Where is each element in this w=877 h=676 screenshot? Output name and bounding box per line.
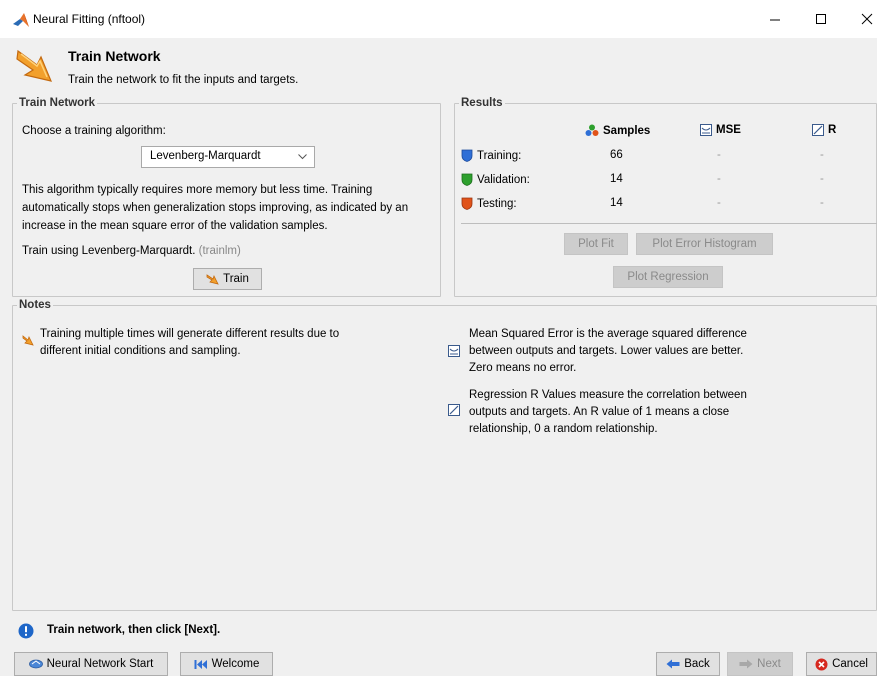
status-message: Train network, then click [Next]. [47, 624, 221, 636]
next-label: Next [757, 658, 781, 670]
regression-icon [812, 124, 824, 136]
training-algorithm-value: Levenberg-Marquardt [150, 150, 261, 162]
testing-mse: - [717, 197, 721, 209]
info-icon [18, 623, 34, 639]
maximize-icon [816, 14, 826, 24]
cancel-icon [815, 658, 828, 670]
results-divider [461, 223, 877, 224]
train-button[interactable]: Train [193, 268, 262, 290]
train-using-text: Train using Levenberg-Marquardt. (trainl… [22, 245, 241, 257]
samples-column-label: Samples [603, 124, 651, 137]
samples-icon [585, 124, 599, 136]
plot-error-histogram-button[interactable]: Plot Error Histogram [636, 233, 773, 255]
validation-r: - [820, 173, 824, 185]
minimize-icon [770, 19, 780, 21]
plot-regression-button[interactable]: Plot Regression [613, 266, 723, 288]
validation-mse: - [717, 173, 721, 185]
maximize-button[interactable] [806, 6, 836, 32]
training-shield-icon [461, 149, 473, 162]
window-title: Neural Fitting (nftool) [33, 12, 146, 26]
r-column-label: R [828, 124, 837, 136]
next-arrow-icon [739, 659, 753, 669]
page-header: Train Network Train the network to fit t… [0, 38, 877, 96]
cancel-button[interactable]: Cancel [806, 652, 877, 676]
testing-r: - [820, 197, 824, 209]
back-label: Back [684, 658, 710, 670]
neural-network-start-button[interactable]: Neural Network Start [14, 652, 168, 676]
page-subtitle: Train the network to fit the inputs and … [68, 74, 299, 86]
note-mse: Mean Squared Error is the average square… [469, 328, 747, 374]
testing-shield-icon [461, 197, 473, 210]
title-bar: Neural Fitting (nftool) [0, 0, 877, 38]
mse-icon [700, 124, 712, 136]
training-row-label: Training: [461, 149, 521, 162]
neural-network-start-label: Neural Network Start [46, 658, 154, 670]
back-arrow-icon [666, 659, 680, 669]
choose-algorithm-label: Choose a training algorithm: [22, 125, 166, 137]
train-button-label: Train [223, 273, 249, 285]
testing-samples: 14 [610, 197, 623, 209]
train-network-legend: Train Network [19, 97, 96, 109]
back-button[interactable]: Back [656, 652, 720, 676]
algorithm-description: This algorithm typically requires more m… [22, 184, 409, 232]
notes-legend: Notes [19, 299, 51, 311]
welcome-label: Welcome [211, 658, 260, 670]
mse-column-label: MSE [716, 124, 741, 136]
validation-shield-icon [461, 173, 473, 186]
close-button[interactable] [852, 6, 877, 32]
matlab-logo-icon [13, 13, 29, 27]
train-note-icon [22, 335, 34, 346]
testing-row-label: Testing: [461, 197, 517, 210]
plot-fit-button[interactable]: Plot Fit [564, 233, 628, 255]
train-arrow-icon [206, 274, 219, 285]
validation-samples: 14 [610, 173, 623, 185]
training-algorithm-select[interactable]: Levenberg-Marquardt [141, 146, 315, 168]
mse-note-icon [448, 345, 460, 357]
train-using-label: Train using Levenberg-Marquardt. [22, 245, 196, 257]
chevron-down-icon [298, 154, 307, 160]
next-button[interactable]: Next [727, 652, 793, 676]
training-mse: - [717, 149, 721, 161]
results-legend: Results [461, 97, 503, 109]
validation-label: Validation: [477, 173, 530, 186]
regression-note-icon [448, 404, 460, 416]
training-samples: 66 [610, 149, 623, 161]
training-label: Training: [477, 149, 522, 162]
note-train: Training multiple times will generate di… [40, 328, 340, 357]
training-r: - [820, 149, 824, 161]
neural-network-icon [28, 659, 43, 669]
minimize-button[interactable] [760, 6, 790, 32]
testing-label: Testing: [477, 197, 517, 210]
welcome-button[interactable]: Welcome [180, 652, 273, 676]
train-arrow-icon [16, 49, 53, 82]
welcome-icon [194, 659, 207, 669]
r-column-header: R [812, 124, 836, 136]
samples-column-header: Samples [585, 124, 650, 137]
cancel-label: Cancel [832, 658, 868, 670]
close-icon [861, 13, 873, 25]
train-using-code: (trainlm) [198, 245, 241, 257]
note-r: Regression R Values measure the correlat… [469, 389, 747, 435]
page-title: Train Network [68, 48, 161, 64]
validation-row-label: Validation: [461, 173, 530, 186]
mse-column-header: MSE [700, 124, 741, 136]
